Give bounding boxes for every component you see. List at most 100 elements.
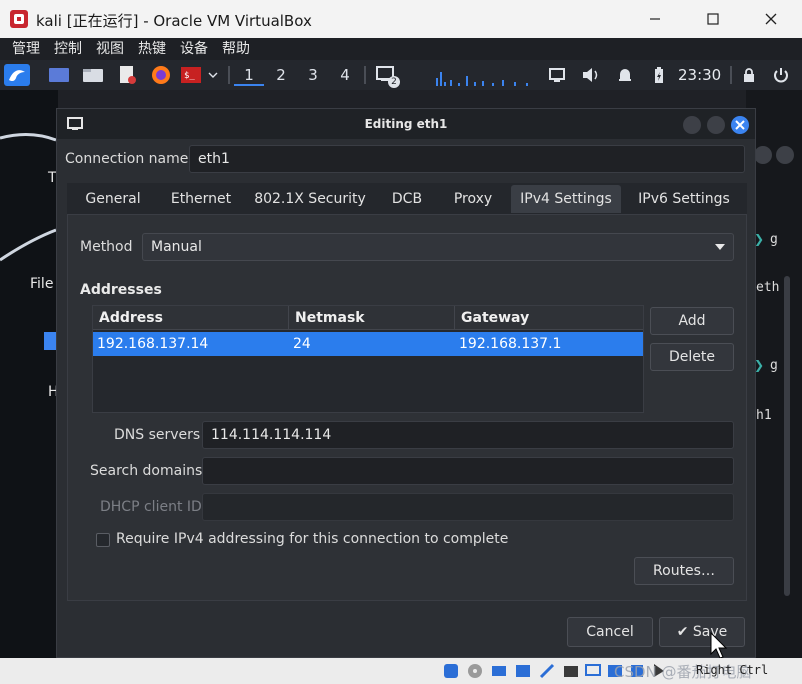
svg-text:$_: $_: [184, 71, 195, 81]
gateway-cell[interactable]: 192.168.137.1: [455, 332, 561, 356]
logout-button[interactable]: [770, 64, 792, 86]
minimize-button[interactable]: [626, 0, 684, 38]
speaker-icon: [583, 68, 598, 82]
dialog-title: Editing eth1: [364, 117, 448, 131]
network-adapter-icon[interactable]: [514, 662, 532, 680]
kali-menu-button[interactable]: [4, 64, 30, 86]
window-count-badge: 2: [388, 76, 400, 88]
menu-control[interactable]: 控制: [54, 38, 82, 60]
netmask-cell[interactable]: 24: [289, 332, 311, 356]
require-ipv4-label[interactable]: Require IPv4 addressing for this connect…: [116, 531, 508, 547]
address-cell[interactable]: 192.168.137.14: [93, 332, 208, 356]
background-window-control: [754, 146, 772, 164]
delete-address-button[interactable]: Delete: [650, 343, 734, 371]
menu-devices[interactable]: 设备: [180, 38, 208, 60]
column-header-gateway[interactable]: Gateway: [455, 306, 643, 330]
virtualbox-icon: [10, 10, 28, 28]
menu-view[interactable]: 视图: [96, 38, 124, 60]
column-header-netmask[interactable]: Netmask: [289, 306, 455, 330]
dialog-title-bar: Editing eth1: [57, 109, 755, 139]
power-manager-button[interactable]: [648, 64, 670, 86]
dns-servers-input[interactable]: [202, 421, 734, 449]
column-header-address[interactable]: Address: [93, 306, 289, 330]
tab-dcb[interactable]: DCB: [377, 185, 437, 213]
window-list-button[interactable]: 2: [372, 64, 400, 88]
workspace-2[interactable]: 2: [266, 64, 296, 86]
background-window-control: [776, 146, 794, 164]
close-window-button[interactable]: [742, 0, 800, 38]
lock-screen-button[interactable]: [738, 64, 760, 86]
hard-disk-icon[interactable]: [442, 662, 460, 680]
ipv4-settings-panel: Method Manual Addresses Address Netmask …: [67, 215, 747, 601]
tab-ethernet[interactable]: Ethernet: [159, 185, 243, 213]
dns-servers-label: DNS servers: [114, 427, 201, 443]
tab-8021x-security[interactable]: 802.1X Security: [249, 185, 371, 213]
menu-hotkey[interactable]: 热键: [138, 38, 166, 60]
audio-icon[interactable]: [490, 662, 508, 680]
show-desktop-button[interactable]: [46, 64, 72, 86]
volume-button[interactable]: [580, 64, 602, 86]
virtualbox-status-bar: CSDN @番茄打电脑 Right Ctrl: [0, 658, 802, 684]
file-manager-button[interactable]: [80, 64, 106, 86]
text-editor-icon: [120, 66, 136, 84]
routes-button[interactable]: Routes…: [634, 557, 734, 585]
connection-name-input[interactable]: [189, 145, 745, 173]
panel-clock[interactable]: 23:30: [678, 66, 721, 84]
power-icon: [774, 68, 788, 83]
dialog-minimize-button[interactable]: [683, 116, 701, 134]
shared-folders-icon[interactable]: [562, 662, 580, 680]
method-label: Method: [80, 239, 133, 255]
addresses-table[interactable]: Address Netmask Gateway 192.168.137.14 2…: [92, 305, 644, 413]
lock-icon: [744, 68, 754, 82]
firefox-button[interactable]: [148, 64, 174, 86]
edit-connection-dialog: Editing eth1 Connection name General Eth…: [56, 108, 756, 658]
menu-manage[interactable]: 管理: [12, 38, 40, 60]
desktop-icon: [49, 68, 69, 82]
virtualbox-window: kali [正在运行] - Oracle VM VirtualBox 管理 控制…: [0, 0, 802, 684]
text-editor-button[interactable]: [114, 64, 140, 86]
terminal-dropdown[interactable]: [204, 64, 222, 86]
add-address-button[interactable]: Add: [650, 307, 734, 335]
folder-icon: [83, 69, 103, 82]
tab-ipv4-settings[interactable]: IPv4 Settings: [511, 185, 621, 213]
terminal-icon: $_: [181, 67, 201, 83]
search-domains-input[interactable]: [202, 457, 734, 485]
desktop-background-left: T File H: [0, 90, 59, 658]
usb-icon[interactable]: [538, 662, 556, 680]
checkmark-icon: ✔: [676, 624, 689, 640]
dropdown-arrow-icon: [715, 244, 725, 250]
dialog-close-button[interactable]: [731, 116, 749, 134]
cpu-graph: [436, 72, 528, 86]
search-domains-label: Search domains: [90, 463, 203, 479]
settings-tabs: General Ethernet 802.1X Security DCB Pro…: [67, 183, 747, 215]
maximize-icon: [707, 13, 719, 25]
terminal-button[interactable]: $_: [180, 64, 202, 86]
method-select[interactable]: Manual: [142, 233, 734, 261]
dhcp-client-id-input[interactable]: [202, 493, 734, 521]
optical-drive-icon[interactable]: [466, 662, 484, 680]
require-ipv4-checkbox[interactable]: [96, 533, 110, 547]
tab-general[interactable]: General: [71, 185, 155, 213]
notifications-button[interactable]: [614, 64, 636, 86]
connection-name-label: Connection name: [65, 151, 189, 167]
table-row[interactable]: 192.168.137.14 24 192.168.137.1: [93, 332, 643, 356]
workspace-4[interactable]: 4: [330, 64, 360, 86]
workspace-1[interactable]: 1: [234, 64, 264, 86]
save-button[interactable]: ✔ Save: [659, 617, 745, 647]
cancel-button[interactable]: Cancel: [567, 617, 653, 647]
tab-ipv6-settings[interactable]: IPv6 Settings: [627, 185, 741, 213]
background-scrollbar: [784, 276, 790, 596]
dialog-maximize-button[interactable]: [707, 116, 725, 134]
maximize-button[interactable]: [684, 0, 742, 38]
display-icon[interactable]: [584, 662, 602, 680]
host-menu-bar: 管理 控制 视图 热键 设备 帮助: [0, 38, 802, 60]
addresses-heading: Addresses: [80, 282, 162, 298]
terminal-fragment: g: [770, 358, 778, 373]
menu-help[interactable]: 帮助: [222, 38, 250, 60]
workspace-3[interactable]: 3: [298, 64, 328, 86]
chevron-down-icon: [208, 72, 218, 78]
kali-top-panel: $_ 1 2 3 4 2 23:30: [0, 60, 802, 90]
network-button[interactable]: [546, 64, 568, 86]
firefox-icon: [152, 66, 170, 84]
tab-proxy[interactable]: Proxy: [443, 185, 503, 213]
